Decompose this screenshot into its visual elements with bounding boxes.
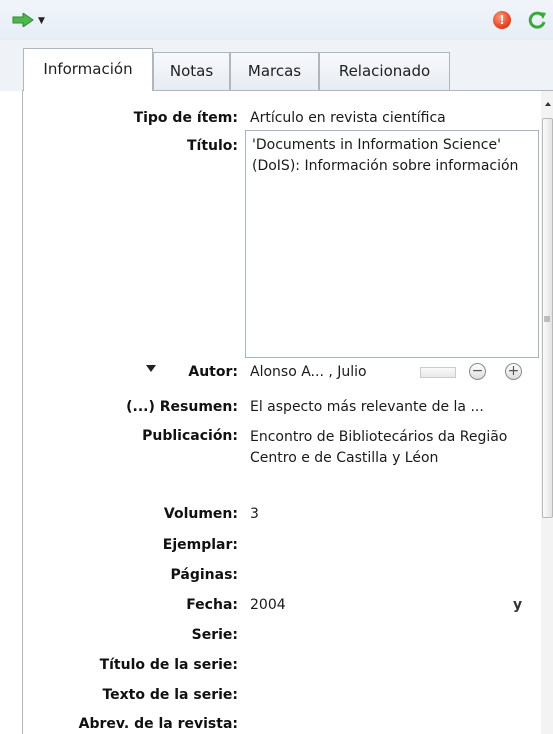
- abstract-value[interactable]: El aspecto más relevante de la ...: [250, 399, 484, 415]
- toolbar: ▼ !: [0, 0, 553, 40]
- title-field[interactable]: 'Documents in Information Science' (DoIS…: [245, 130, 539, 358]
- issue-label: Ejemplar:: [162, 537, 238, 553]
- go-forward-icon[interactable]: [12, 13, 34, 27]
- tab-marcas[interactable]: Marcas: [230, 52, 319, 90]
- scroll-grip-icon: [544, 316, 550, 322]
- scroll-up-arrow-icon[interactable]: [545, 102, 551, 106]
- refresh-icon[interactable]: [526, 10, 548, 30]
- series-label: Serie:: [191, 627, 238, 643]
- publication-value[interactable]: Encontro de Bibliotecários da Região Cen…: [250, 427, 520, 469]
- tab-informacion[interactable]: Información: [23, 48, 153, 91]
- title-label: Título:: [186, 138, 238, 154]
- remove-author-button[interactable]: −: [469, 363, 486, 380]
- date-format-hint: y: [513, 597, 523, 613]
- stop-icon[interactable]: !: [493, 11, 511, 29]
- author-value[interactable]: Alonso A... , Julio: [250, 364, 367, 380]
- tab-relacionado[interactable]: Relacionado: [319, 52, 450, 90]
- date-label: Fecha:: [186, 597, 238, 613]
- date-value[interactable]: 2004: [250, 597, 286, 613]
- abstract-label[interactable]: (...) Resumen:: [126, 399, 238, 415]
- series-text-label: Texto de la serie:: [102, 687, 238, 703]
- author-label: Autor:: [188, 364, 238, 380]
- publication-label: Publicación:: [142, 428, 238, 444]
- item-type-value[interactable]: Artículo en revista científica: [250, 110, 446, 126]
- add-author-button[interactable]: +: [505, 363, 522, 380]
- dropdown-caret-icon[interactable]: ▼: [38, 16, 45, 26]
- tab-notas[interactable]: Notas: [153, 52, 230, 90]
- author-expand-icon[interactable]: [146, 365, 156, 372]
- journal-abbr-label: Abrev. de la revista:: [78, 716, 238, 732]
- item-type-label: Tipo de ítem:: [133, 110, 238, 126]
- series-title-label: Título de la serie:: [99, 657, 238, 673]
- author-mode-toggle[interactable]: [420, 367, 456, 378]
- volume-value[interactable]: 3: [250, 506, 259, 522]
- volume-label: Volumen:: [163, 506, 238, 522]
- pages-label: Páginas:: [170, 567, 239, 583]
